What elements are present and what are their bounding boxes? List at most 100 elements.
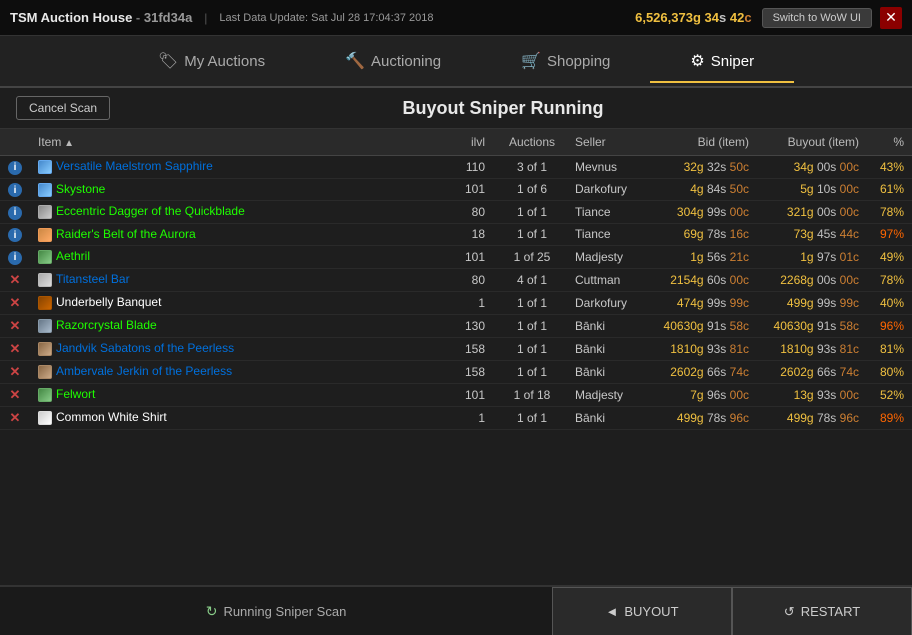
my-auctions-icon: 🏷: [158, 51, 178, 71]
row-buyout: 13g 93s 00c: [757, 383, 867, 406]
table-row[interactable]: ✕Titansteel Bar804 of 1Cuttman2154g 60s …: [0, 268, 912, 291]
row-seller: Bānki: [567, 406, 647, 429]
item-icon: [38, 228, 52, 242]
row-seller: Darkofury: [567, 291, 647, 314]
tab-auctioning[interactable]: 🔨 Auctioning: [305, 41, 481, 83]
item-name: Jandvik Sabatons of the Peerless: [56, 341, 234, 355]
row-buyout: 73g 45s 44c: [757, 223, 867, 246]
x-icon: ✕: [10, 387, 21, 402]
row-pct: 43%: [867, 156, 912, 179]
row-pct: 52%: [867, 383, 912, 406]
table-row[interactable]: ✕Jandvik Sabatons of the Peerless1581 of…: [0, 337, 912, 360]
item-name: Skystone: [56, 182, 105, 196]
close-button[interactable]: ✕: [880, 7, 902, 29]
x-icon: ✕: [10, 295, 21, 310]
item-name: Felwort: [56, 387, 95, 401]
row-buyout: 40630g 91s 58c: [757, 314, 867, 337]
tab-shopping-label: Shopping: [547, 53, 610, 70]
col-header-ilvl[interactable]: ilvl: [457, 129, 497, 156]
buyout-icon: ◄: [605, 604, 618, 619]
table-row[interactable]: iRaider's Belt of the Aurora181 of 1Tian…: [0, 223, 912, 246]
restart-button[interactable]: ↺ RESTART: [732, 587, 912, 635]
table-row[interactable]: ✕Common White Shirt11 of 1Bānki499g 78s …: [0, 406, 912, 429]
row-auctions: 1 of 1: [497, 314, 567, 337]
item-name: Raider's Belt of the Aurora: [56, 227, 196, 241]
col-header-seller[interactable]: Seller: [567, 129, 647, 156]
row-seller: Bānki: [567, 360, 647, 383]
col-header-item[interactable]: Item: [30, 129, 457, 156]
switch-to-wow-button[interactable]: Switch to WoW UI: [762, 8, 872, 28]
table-row[interactable]: ✕Underbelly Banquet11 of 1Darkofury474g …: [0, 291, 912, 314]
nav-tabs: 🏷 My Auctions 🔨 Auctioning 🛒 Shopping ⚙ …: [0, 36, 912, 88]
row-seller: Darkofury: [567, 178, 647, 201]
scan-header: Cancel Scan Buyout Sniper Running: [0, 88, 912, 129]
item-name: Razorcrystal Blade: [56, 318, 157, 332]
tab-shopping[interactable]: 🛒 Shopping: [481, 41, 650, 83]
item-name: Eccentric Dagger of the Quickblade: [56, 204, 245, 218]
row-status: ✕: [0, 383, 30, 406]
col-header-buyout[interactable]: Buyout (item): [757, 129, 867, 156]
row-auctions: 4 of 1: [497, 268, 567, 291]
row-auctions: 1 of 1: [497, 223, 567, 246]
item-name: Versatile Maelstrom Sapphire: [56, 159, 213, 173]
running-status: ↻ Running Sniper Scan: [0, 603, 552, 620]
row-auctions: 1 of 1: [497, 360, 567, 383]
row-seller: Bānki: [567, 314, 647, 337]
row-bid: 2154g 60s 00c: [647, 268, 757, 291]
shopping-icon: 🛒: [521, 51, 541, 71]
row-item: Aethril: [30, 246, 457, 269]
row-pct: 97%: [867, 223, 912, 246]
item-name: Underbelly Banquet: [56, 295, 161, 309]
row-buyout: 2602g 66s 74c: [757, 360, 867, 383]
row-seller: Bānki: [567, 337, 647, 360]
scan-title: Buyout Sniper Running: [110, 98, 896, 119]
table-container: Item ilvl Auctions Seller Bid (item) Buy…: [0, 129, 912, 585]
item-icon: [38, 205, 52, 219]
item-icon: [38, 250, 52, 264]
tab-sniper[interactable]: ⚙ Sniper: [650, 41, 794, 83]
col-header-pct[interactable]: %: [867, 129, 912, 156]
table-row[interactable]: iEccentric Dagger of the Quickblade801 o…: [0, 201, 912, 224]
table-row[interactable]: iVersatile Maelstrom Sapphire1103 of 1Me…: [0, 156, 912, 179]
table-row[interactable]: ✕Felwort1011 of 18Madjesty7g 96s 00c13g …: [0, 383, 912, 406]
col-header-auctions[interactable]: Auctions: [497, 129, 567, 156]
col-header-bid[interactable]: Bid (item): [647, 129, 757, 156]
row-item: Common White Shirt: [30, 406, 457, 429]
running-label: Running Sniper Scan: [223, 604, 346, 619]
row-auctions: 1 of 6: [497, 178, 567, 201]
row-ilvl: 101: [457, 383, 497, 406]
x-icon: ✕: [10, 410, 21, 425]
tab-my-auctions[interactable]: 🏷 My Auctions: [118, 41, 305, 83]
table-row[interactable]: ✕Ambervale Jerkin of the Peerless1581 of…: [0, 360, 912, 383]
row-bid: 304g 99s 00c: [647, 201, 757, 224]
row-bid: 40630g 91s 58c: [647, 314, 757, 337]
row-pct: 78%: [867, 268, 912, 291]
buyout-button[interactable]: ◄ BUYOUT: [552, 587, 732, 635]
row-auctions: 1 of 1: [497, 337, 567, 360]
row-item: Felwort: [30, 383, 457, 406]
item-icon: [38, 388, 52, 402]
row-seller: Mevnus: [567, 156, 647, 179]
row-ilvl: 80: [457, 268, 497, 291]
row-pct: 89%: [867, 406, 912, 429]
buyout-label: BUYOUT: [624, 604, 678, 619]
table-row[interactable]: iSkystone1011 of 6Darkofury4g 84s 50c5g …: [0, 178, 912, 201]
row-status: i: [0, 246, 30, 269]
info-icon: i: [8, 183, 22, 197]
table-row[interactable]: ✕Razorcrystal Blade1301 of 1Bānki40630g …: [0, 314, 912, 337]
x-icon: ✕: [10, 318, 21, 333]
cancel-scan-button[interactable]: Cancel Scan: [16, 96, 110, 120]
item-icon: [38, 411, 52, 425]
row-buyout: 2268g 00s 00c: [757, 268, 867, 291]
row-status: i: [0, 156, 30, 179]
row-auctions: 1 of 18: [497, 383, 567, 406]
x-icon: ✕: [10, 364, 21, 379]
x-icon: ✕: [10, 341, 21, 356]
row-buyout: 34g 00s 00c: [757, 156, 867, 179]
table-row[interactable]: iAethril1011 of 25Madjesty1g 56s 21c1g 9…: [0, 246, 912, 269]
main-content: Cancel Scan Buyout Sniper Running Item i…: [0, 88, 912, 585]
row-item: Eccentric Dagger of the Quickblade: [30, 201, 457, 224]
row-ilvl: 158: [457, 360, 497, 383]
row-item: Raider's Belt of the Aurora: [30, 223, 457, 246]
row-item: Titansteel Bar: [30, 268, 457, 291]
